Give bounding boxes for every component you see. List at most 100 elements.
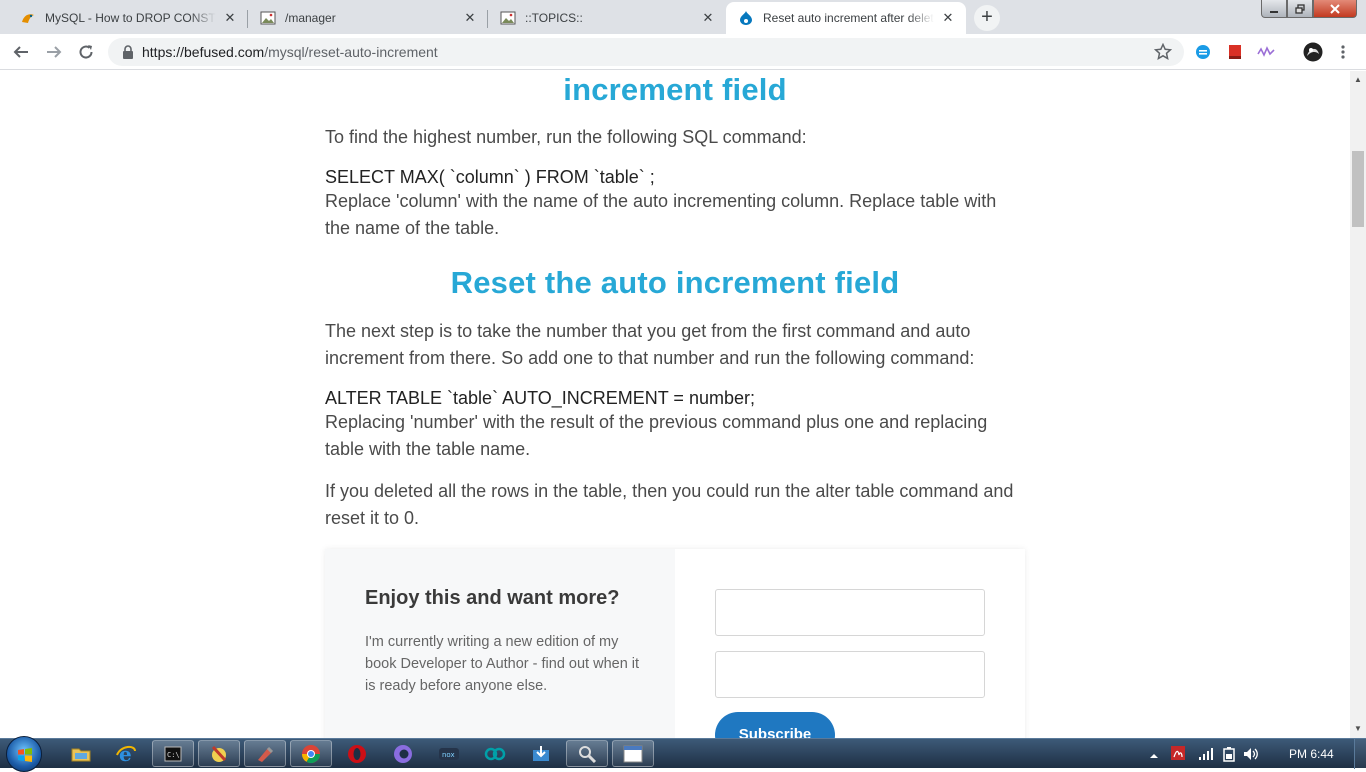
tab-manager[interactable]: /manager ✕ bbox=[248, 2, 488, 34]
back-button[interactable] bbox=[9, 40, 33, 64]
subscribe-box: Enjoy this and want more? I'm currently … bbox=[325, 549, 1025, 738]
tab-strip: MySQL - How to DROP CONSTRAINT ✕ /manage… bbox=[0, 0, 1366, 34]
url-path: /mysql/reset-auto-increment bbox=[264, 44, 438, 60]
tray-expand-icon[interactable] bbox=[1149, 748, 1159, 766]
forward-button[interactable] bbox=[42, 40, 66, 64]
chrome-icon bbox=[302, 744, 320, 763]
scroll-down-arrow-icon[interactable]: ▼ bbox=[1350, 722, 1366, 736]
taskbar-clock[interactable]: PM 6:44 bbox=[1289, 747, 1334, 761]
bookmark-star-icon[interactable] bbox=[1153, 42, 1173, 61]
lock-icon bbox=[120, 44, 136, 60]
taskbar-opera[interactable] bbox=[336, 740, 378, 767]
taskbar-internet-explorer[interactable]: e bbox=[105, 740, 147, 767]
extension-wave-icon[interactable] bbox=[1257, 43, 1275, 61]
taskbar-app-circle[interactable] bbox=[382, 740, 424, 767]
code-select-max: SELECT MAX( `column` ) FROM `table` ; bbox=[325, 167, 655, 187]
tab-title: Reset auto increment after deleting bbox=[763, 11, 934, 25]
window-controls bbox=[1261, 0, 1357, 18]
show-desktop-button[interactable] bbox=[1354, 739, 1366, 769]
arduino-icon bbox=[484, 747, 506, 760]
close-icon bbox=[1330, 3, 1340, 14]
network-signal-icon[interactable] bbox=[1198, 747, 1214, 766]
paint-icon bbox=[211, 745, 227, 762]
taskbar-nox-player[interactable]: nox bbox=[428, 740, 470, 767]
nox-icon: nox bbox=[439, 747, 459, 760]
download-box-icon bbox=[533, 745, 549, 761]
subscribe-description: I'm currently writing a new edition of m… bbox=[365, 634, 640, 694]
tab-reset-auto-increment[interactable]: Reset auto increment after deleting ✕ bbox=[726, 2, 966, 34]
image-icon bbox=[260, 10, 276, 26]
taskbar-paint-app[interactable] bbox=[198, 740, 240, 767]
tab-title: MySQL - How to DROP CONSTRAINT bbox=[45, 11, 216, 25]
image-icon bbox=[500, 10, 516, 26]
back-arrow-icon bbox=[13, 46, 28, 58]
tool-icon bbox=[258, 746, 274, 762]
start-button[interactable] bbox=[6, 736, 42, 772]
tab-title: /manager bbox=[285, 11, 336, 25]
close-icon[interactable]: ✕ bbox=[222, 10, 238, 26]
swirl-icon bbox=[394, 744, 412, 763]
tab-mysql-drop-constraint[interactable]: MySQL - How to DROP CONSTRAINT ✕ bbox=[8, 2, 248, 34]
code-alter-table: ALTER TABLE `table` AUTO_INCREMENT = num… bbox=[325, 388, 755, 408]
address-bar[interactable]: https://befused.com/mysql/reset-auto-inc… bbox=[108, 38, 1184, 66]
reload-button[interactable] bbox=[74, 40, 98, 64]
maximize-button[interactable] bbox=[1287, 0, 1313, 18]
section-heading-reset: Reset the auto increment field bbox=[450, 265, 900, 300]
internet-explorer-icon: e bbox=[116, 743, 136, 765]
paragraph-replace-column: Replace 'column' with the name of the au… bbox=[325, 191, 997, 238]
url-text: https://befused.com/mysql/reset-auto-inc… bbox=[142, 44, 438, 60]
svg-text:nox: nox bbox=[442, 751, 455, 759]
tab-topics[interactable]: ::TOPICS:: ✕ bbox=[488, 2, 726, 34]
paragraph-find-highest: To find the highest number, run the foll… bbox=[325, 127, 807, 147]
taskbar-installer[interactable] bbox=[520, 740, 562, 767]
terminal-icon: C:\ bbox=[164, 746, 182, 761]
close-window-button[interactable] bbox=[1313, 0, 1357, 18]
restore-icon bbox=[1295, 3, 1305, 14]
volume-icon[interactable] bbox=[1242, 746, 1260, 767]
opera-icon bbox=[348, 744, 366, 763]
taskbar-chrome[interactable] bbox=[290, 740, 332, 767]
close-icon[interactable]: ✕ bbox=[940, 10, 956, 26]
tab-title: ::TOPICS:: bbox=[525, 11, 583, 25]
section-heading-partial: increment field bbox=[563, 72, 787, 107]
kebab-menu-icon[interactable] bbox=[1334, 43, 1352, 61]
vertical-scrollbar[interactable]: ▲ ▼ bbox=[1350, 71, 1366, 738]
close-icon[interactable]: ✕ bbox=[700, 10, 716, 26]
subscribe-name-input[interactable] bbox=[715, 589, 985, 636]
browser-toolbar: https://befused.com/mysql/reset-auto-inc… bbox=[0, 34, 1366, 70]
reload-icon bbox=[79, 45, 93, 59]
svg-text:C:\: C:\ bbox=[167, 751, 180, 759]
taskbar-tool-app[interactable] bbox=[244, 740, 286, 767]
taskbar-arduino[interactable] bbox=[474, 740, 516, 767]
extension-red-book-icon[interactable] bbox=[1226, 43, 1244, 61]
paragraph-deleted-rows: If you deleted all the rows in the table… bbox=[325, 481, 1014, 528]
pdf-tray-icon[interactable] bbox=[1170, 745, 1186, 766]
power-tray-icon[interactable] bbox=[1222, 746, 1236, 767]
new-tab-button[interactable]: + bbox=[974, 5, 1000, 31]
taskbar-search-tool[interactable] bbox=[566, 740, 608, 767]
forward-arrow-icon bbox=[47, 46, 62, 58]
scrollbar-thumb[interactable] bbox=[1352, 151, 1364, 227]
minimize-button[interactable] bbox=[1261, 0, 1287, 18]
url-host: https://befused.com bbox=[142, 44, 265, 60]
minimize-icon bbox=[1270, 10, 1278, 13]
extension-blue-icon[interactable] bbox=[1194, 43, 1212, 61]
taskbar-window-app[interactable] bbox=[612, 740, 654, 767]
drupal-icon bbox=[738, 10, 754, 26]
taskbar-command-prompt[interactable]: C:\ bbox=[152, 740, 194, 767]
page-viewport[interactable]: increment field To find the highest numb… bbox=[0, 71, 1350, 738]
profile-avatar[interactable] bbox=[1303, 42, 1323, 62]
windows-flag-icon bbox=[18, 748, 32, 762]
magnifier-icon bbox=[579, 745, 597, 763]
window-icon bbox=[623, 745, 643, 762]
paragraph-next-step: The next step is to take the number that… bbox=[325, 321, 975, 368]
mysql-icon bbox=[20, 10, 36, 26]
folder-icon bbox=[71, 748, 91, 761]
paragraph-replacing-number: Replacing 'number' with the result of th… bbox=[325, 412, 988, 459]
scroll-up-arrow-icon[interactable]: ▲ bbox=[1350, 73, 1366, 87]
subscribe-email-input[interactable] bbox=[715, 651, 985, 698]
taskbar-explorer[interactable] bbox=[60, 740, 102, 767]
windows-taskbar: e C:\ nox PM 6:44 bbox=[0, 736, 1366, 772]
close-icon[interactable]: ✕ bbox=[462, 10, 478, 26]
subscribe-button[interactable]: Subscribe bbox=[715, 712, 835, 738]
